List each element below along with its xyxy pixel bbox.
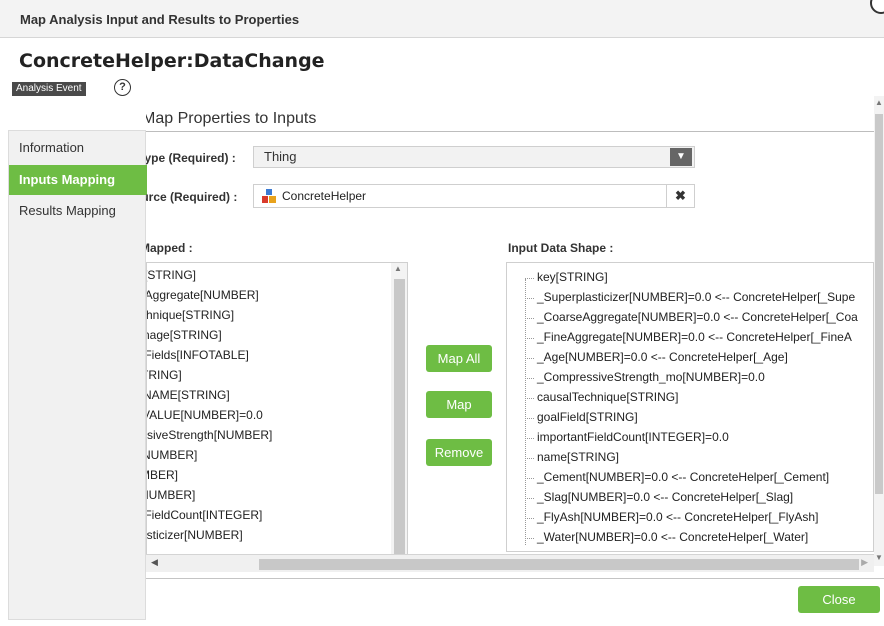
- inputs-mapping-panel: Map Properties to Inputs Type (Required)…: [146, 96, 874, 580]
- tree-branch: [525, 478, 534, 479]
- scroll-right-icon[interactable]: ▶: [861, 557, 868, 568]
- tree-item[interactable]: goalField[STRING]: [537, 410, 638, 424]
- thing-icon: [262, 189, 276, 203]
- tree-item[interactable]: importantFieldCount[INTEGER]=0.0: [537, 430, 729, 444]
- close-dialog-icon[interactable]: [870, 0, 884, 14]
- input-data-shape-list[interactable]: key[STRING] _Superplasticizer[NUMBER]=0.…: [506, 262, 874, 552]
- source-picker[interactable]: ConcreteHelper ✖: [253, 184, 695, 208]
- tree-item[interactable]: causalTechnique[STRING]: [537, 390, 678, 404]
- list-item[interactable]: nage[STRING]: [147, 328, 222, 342]
- tree-item[interactable]: _Cement[NUMBER]=0.0 <-- ConcreteHelper[_…: [537, 470, 829, 484]
- tree-branch: [525, 518, 534, 519]
- list-item[interactable]: TRING]: [147, 368, 182, 382]
- tree-item[interactable]: _Water[NUMBER]=0.0 <-- ConcreteHelper[_W…: [537, 530, 808, 544]
- dialog-scroll-thumb[interactable]: [875, 114, 883, 494]
- tree-item[interactable]: _Age[NUMBER]=0.0 <-- ConcreteHelper[_Age…: [537, 350, 788, 364]
- to-be-mapped-label: Mapped :: [146, 241, 193, 255]
- list-item[interactable]: [STRING]: [147, 268, 196, 282]
- input-data-shape-label: Input Data Shape :: [508, 241, 614, 255]
- sidebar: Information Inputs Mapping Results Mappi…: [8, 130, 147, 620]
- list-item[interactable]: NUMBER]: [147, 448, 197, 462]
- scroll-down-icon[interactable]: ▼: [875, 553, 883, 562]
- tree-item[interactable]: _Superplasticizer[NUMBER]=0.0 <-- Concre…: [537, 290, 855, 304]
- page-title: ConcreteHelper:DataChange: [19, 50, 325, 72]
- remove-button[interactable]: Remove: [426, 439, 492, 466]
- tree-item[interactable]: _FineAggregate[NUMBER]=0.0 <-- ConcreteH…: [537, 330, 852, 344]
- type-select-value: Thing: [264, 149, 297, 164]
- tree-branch: [525, 378, 534, 379]
- list-item[interactable]: MBER]: [147, 468, 178, 482]
- tree-item[interactable]: name[STRING]: [537, 450, 619, 464]
- panel-horizontal-scrollbar[interactable]: ◀ ▶: [146, 554, 874, 572]
- tree-branch: [525, 498, 534, 499]
- tree-branch: [525, 358, 534, 359]
- tree-branch: [525, 418, 534, 419]
- dialog-vertical-scrollbar[interactable]: ▲ ▼: [874, 96, 884, 566]
- list-item[interactable]: ssiveStrength[NUMBER]: [147, 428, 272, 442]
- properties-list[interactable]: [STRING] eAggregate[NUMBER] chnique[STRI…: [146, 262, 408, 560]
- close-button[interactable]: Close: [798, 586, 880, 613]
- tree-branch: [525, 318, 534, 319]
- type-select[interactable]: Thing ▼: [253, 146, 695, 168]
- tree-branch: [525, 278, 534, 279]
- scroll-up-icon[interactable]: ▲: [875, 98, 883, 107]
- scroll-left-icon[interactable]: ◀: [151, 557, 158, 568]
- tree-item[interactable]: key[STRING]: [537, 270, 608, 284]
- list-item[interactable]: NAME[STRING]: [147, 388, 230, 402]
- list-item[interactable]: asticizer[NUMBER]: [147, 528, 243, 542]
- list-item[interactable]: tFields[INFOTABLE]: [147, 348, 249, 362]
- tree-branch: [525, 438, 534, 439]
- dropdown-arrow-icon[interactable]: ▼: [670, 148, 692, 166]
- footer-divider: [146, 578, 884, 579]
- event-type-badge: Analysis Event: [12, 82, 86, 96]
- sidebar-item-information[interactable]: Information: [9, 133, 147, 163]
- type-label: Type (Required) :: [146, 151, 236, 165]
- horizontal-scroll-thumb[interactable]: [259, 559, 859, 570]
- tree-branch: [525, 538, 534, 539]
- properties-list-scroll-thumb[interactable]: [394, 279, 405, 555]
- section-title: Map Properties to Inputs: [146, 110, 317, 127]
- tree-branch: [525, 338, 534, 339]
- source-label: Source (Required) :: [146, 190, 238, 204]
- section-divider: [146, 131, 874, 132]
- list-item[interactable]: VALUE[NUMBER]=0.0: [147, 408, 263, 422]
- tree-branch: [525, 398, 534, 399]
- tree-branch: [525, 458, 534, 459]
- tree-item[interactable]: _FlyAsh[NUMBER]=0.0 <-- ConcreteHelper[_…: [537, 510, 818, 524]
- dialog-title: Map Analysis Input and Results to Proper…: [20, 12, 300, 27]
- list-item[interactable]: NUMBER]: [147, 488, 195, 502]
- properties-list-scrollbar[interactable]: ▲: [391, 263, 407, 559]
- tree-item[interactable]: _Slag[NUMBER]=0.0 <-- ConcreteHelper[_Sl…: [537, 490, 793, 504]
- map-button[interactable]: Map: [426, 391, 492, 418]
- map-all-button[interactable]: Map All: [426, 345, 492, 372]
- clear-source-icon[interactable]: ✖: [666, 185, 694, 207]
- sidebar-item-inputs-mapping[interactable]: Inputs Mapping: [9, 165, 147, 195]
- tree-item[interactable]: _CompressiveStrength_mo[NUMBER]=0.0: [537, 370, 765, 384]
- scroll-up-icon[interactable]: ▲: [394, 264, 402, 273]
- list-item[interactable]: chnique[STRING]: [147, 308, 234, 322]
- source-value: ConcreteHelper: [282, 189, 367, 203]
- tree-item[interactable]: _CoarseAggregate[NUMBER]=0.0 <-- Concret…: [537, 310, 858, 324]
- sidebar-item-results-mapping[interactable]: Results Mapping: [9, 196, 147, 226]
- list-item[interactable]: tFieldCount[INTEGER]: [147, 508, 262, 522]
- help-icon[interactable]: ?: [114, 79, 131, 96]
- dialog-titlebar: Map Analysis Input and Results to Proper…: [0, 0, 884, 38]
- list-item[interactable]: eAggregate[NUMBER]: [147, 288, 259, 302]
- tree-branch: [525, 298, 534, 299]
